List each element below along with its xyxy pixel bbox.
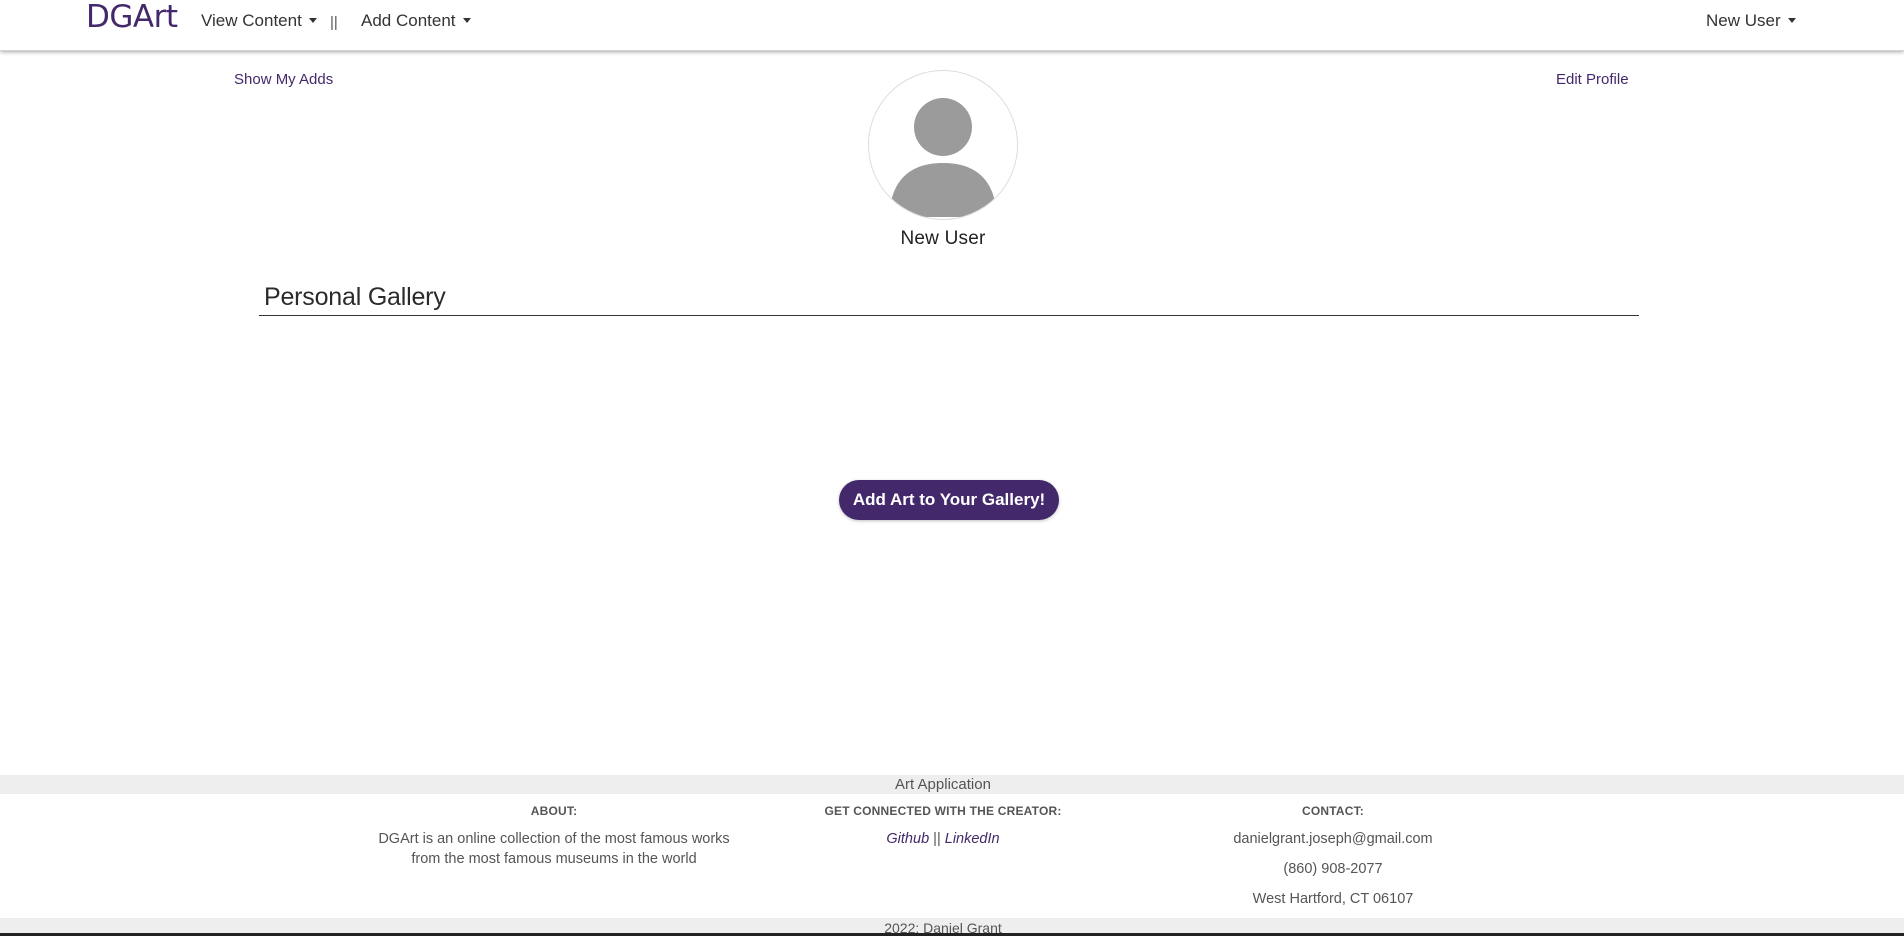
gallery-divider (259, 315, 1639, 316)
nav-separator: || (330, 14, 338, 31)
add-content-label: Add Content (361, 11, 456, 30)
footer-about-heading: ABOUT: (530, 804, 578, 818)
user-menu-label: New User (1706, 11, 1781, 30)
social-separator: || (933, 831, 941, 847)
footer-social-links: Github || LinkedIn (793, 829, 1093, 849)
caret-down-icon (308, 18, 317, 24)
linkedin-link[interactable]: LinkedIn (945, 831, 1000, 847)
view-content-dropdown[interactable]: View Content (201, 11, 317, 31)
github-link[interactable]: Github (886, 831, 929, 847)
show-my-adds-link[interactable]: Show My Adds (234, 71, 333, 88)
footer-app-title: Art Application (895, 776, 991, 793)
view-content-label: View Content (201, 11, 302, 30)
footer-about-line2: from the most famous museums in the worl… (411, 851, 697, 867)
edit-profile-link[interactable]: Edit Profile (1556, 71, 1629, 88)
footer-contact-phone: (860) 908-2077 (1283, 861, 1383, 877)
footer-contact-heading: CONTACT: (1301, 804, 1365, 818)
footer-contact-address: West Hartford, CT 06107 (1252, 891, 1414, 907)
page: DGArt View Content || Add Content New Us… (0, 0, 1904, 936)
brand-logo[interactable]: DGArt (86, 0, 178, 34)
copyright-text: 2022: Daniel Grant (884, 920, 1002, 936)
profile-username: New User (900, 228, 986, 249)
avatar (868, 70, 1018, 220)
gallery-title: Personal Gallery (264, 283, 446, 311)
footer-about-line1: DGArt is an online collection of the mos… (378, 831, 730, 847)
user-menu-dropdown[interactable]: New User (1706, 11, 1796, 31)
navbar: DGArt View Content || Add Content New Us… (0, 0, 1904, 51)
user-avatar-icon (869, 71, 1017, 219)
add-content-dropdown[interactable]: Add Content (361, 11, 471, 31)
add-art-button[interactable]: Add Art to Your Gallery! (839, 480, 1059, 520)
footer-contact-email: danielgrant.joseph@gmail.com (1233, 831, 1433, 847)
caret-down-icon (462, 18, 471, 24)
footer-connect-heading: GET CONNECTED WITH THE CREATOR: (824, 804, 1062, 818)
caret-down-icon (1787, 18, 1796, 24)
